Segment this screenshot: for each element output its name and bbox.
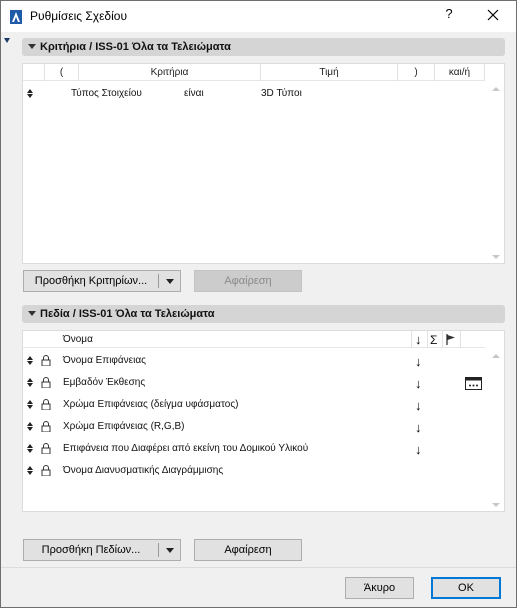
criteria-table: ( Κριτήρια Τιμή ) και/ή Τύπος Στοιχείου … bbox=[22, 63, 505, 264]
flag-icon[interactable] bbox=[446, 334, 456, 345]
drag-handle-icon[interactable] bbox=[27, 89, 34, 99]
lock-icon[interactable] bbox=[41, 465, 51, 476]
criterion-cell[interactable]: Τύπος Στοιχείου bbox=[71, 88, 142, 99]
header-name: Όνομα bbox=[63, 334, 93, 345]
lock-icon[interactable] bbox=[41, 443, 51, 454]
chevron-down-icon[interactable] bbox=[166, 548, 174, 553]
sort-arrow-icon[interactable]: ↓ bbox=[415, 355, 422, 368]
scroll-down-icon[interactable] bbox=[492, 503, 500, 507]
close-icon[interactable] bbox=[485, 7, 501, 23]
criteria-section-header[interactable]: Κριτήρια / ISS-01 Όλα τα Τελειώματα bbox=[22, 38, 505, 56]
criteria-scrollbar[interactable] bbox=[487, 64, 504, 263]
add-fields-button[interactable]: Προσθήκη Πεδίων... bbox=[23, 539, 181, 561]
header-paren-open: ( bbox=[59, 67, 64, 78]
table-row[interactable]: Εμβαδόν Έκθεσης ↓ bbox=[23, 374, 485, 394]
collapse-arrow-icon[interactable] bbox=[4, 38, 10, 43]
header-criteria: Κριτήρια bbox=[150, 67, 189, 78]
header-and-or: και/ή bbox=[448, 67, 471, 78]
field-name-cell[interactable]: Χρώμα Επιφάνειας (δείγμα υφάσματος) bbox=[63, 399, 238, 410]
add-criteria-button[interactable]: Προσθήκη Κριτηρίων... bbox=[23, 270, 181, 292]
sort-arrow-icon[interactable]: ↓ bbox=[415, 421, 422, 434]
drag-handle-icon[interactable] bbox=[27, 400, 34, 410]
lock-icon[interactable] bbox=[41, 377, 51, 388]
fields-section-header[interactable]: Πεδία / ISS-01 Όλα τα Τελειώματα bbox=[22, 305, 505, 323]
fields-scrollbar[interactable] bbox=[487, 331, 504, 511]
drag-handle-icon[interactable] bbox=[27, 356, 34, 366]
scroll-up-icon[interactable] bbox=[492, 354, 500, 358]
drag-handle-icon[interactable] bbox=[27, 422, 34, 432]
archicad-app-icon bbox=[10, 10, 22, 24]
field-name-cell[interactable]: Εμβαδόν Έκθεσης bbox=[63, 377, 145, 388]
header-sort-arrow-icon[interactable]: ↓ bbox=[415, 333, 422, 346]
field-name-cell[interactable]: Χρώμα Επιφάνειας (R,G,B) bbox=[63, 421, 185, 432]
more-options-icon[interactable] bbox=[465, 377, 482, 390]
chevron-down-icon[interactable] bbox=[166, 279, 174, 284]
drag-handle-icon[interactable] bbox=[27, 444, 34, 454]
sort-arrow-icon[interactable]: ↓ bbox=[415, 377, 422, 390]
remove-fields-button[interactable]: Αφαίρεση bbox=[194, 539, 302, 561]
table-row[interactable]: Όνομα Επιφάνειας ↓ bbox=[23, 352, 485, 372]
table-row[interactable]: Χρώμα Επιφάνειας (δείγμα υφάσματος) ↓ bbox=[23, 396, 485, 416]
header-paren-close: ) bbox=[414, 67, 418, 78]
fields-table-header: Όνομα ↓ Σ bbox=[23, 331, 485, 348]
sort-arrow-icon[interactable]: ↓ bbox=[415, 399, 422, 412]
table-row[interactable]: Όνομα Διανυσματικής Διαγράμμισης bbox=[23, 462, 485, 482]
help-button[interactable]: ? bbox=[442, 6, 456, 24]
fields-table: Όνομα ↓ Σ Όνομα Επιφάνειας ↓ Εμβαδόν Έκθ… bbox=[22, 330, 505, 512]
drag-handle-icon[interactable] bbox=[27, 378, 34, 388]
criteria-table-header: ( Κριτήρια Τιμή ) και/ή bbox=[23, 64, 485, 81]
scroll-up-icon[interactable] bbox=[492, 87, 500, 91]
fields-section-title: Πεδία / ISS-01 Όλα τα Τελειώματα bbox=[40, 308, 215, 320]
cancel-button[interactable]: Άκυρο bbox=[345, 577, 414, 599]
title-bar[interactable]: Ρυθμίσεις Σχεδίου ? bbox=[1, 1, 516, 32]
lock-icon[interactable] bbox=[41, 399, 51, 410]
sort-arrow-icon[interactable]: ↓ bbox=[415, 443, 422, 456]
section-collapse-icon[interactable] bbox=[28, 44, 36, 49]
criteria-section-title: Κριτήρια / ISS-01 Όλα τα Τελειώματα bbox=[40, 41, 231, 53]
footer-divider bbox=[1, 567, 516, 568]
schedule-settings-dialog: Ρυθμίσεις Σχεδίου ? Κριτήρια / ISS-01 Όλ… bbox=[0, 0, 517, 608]
header-sum-icon[interactable]: Σ bbox=[430, 333, 437, 347]
table-row[interactable]: Επιφάνεια που Διαφέρει από εκείνη του Δο… bbox=[23, 440, 485, 460]
table-row[interactable]: Τύπος Στοιχείου είναι 3D Τύποι bbox=[23, 86, 485, 102]
add-fields-label[interactable]: Προσθήκη Πεδίων... bbox=[24, 540, 158, 560]
operator-cell[interactable]: είναι bbox=[184, 88, 204, 99]
drag-handle-icon[interactable] bbox=[27, 466, 34, 476]
section-collapse-icon[interactable] bbox=[28, 311, 36, 316]
table-row[interactable]: Χρώμα Επιφάνειας (R,G,B) ↓ bbox=[23, 418, 485, 438]
field-name-cell[interactable]: Όνομα Επιφάνειας bbox=[63, 355, 146, 366]
remove-criteria-button[interactable]: Αφαίρεση bbox=[194, 270, 302, 292]
field-name-cell[interactable]: Όνομα Διανυσματικής Διαγράμμισης bbox=[63, 465, 223, 476]
lock-icon[interactable] bbox=[41, 421, 51, 432]
field-name-cell[interactable]: Επιφάνεια που Διαφέρει από εκείνη του Δο… bbox=[63, 443, 308, 454]
scroll-down-icon[interactable] bbox=[492, 255, 500, 259]
add-criteria-label[interactable]: Προσθήκη Κριτηρίων... bbox=[24, 271, 158, 291]
ok-button[interactable]: OK bbox=[431, 577, 501, 599]
value-cell[interactable]: 3D Τύποι bbox=[261, 88, 302, 99]
dialog-title: Ρυθμίσεις Σχεδίου bbox=[30, 9, 128, 23]
lock-icon[interactable] bbox=[41, 355, 51, 366]
header-value: Τιμή bbox=[319, 67, 339, 78]
